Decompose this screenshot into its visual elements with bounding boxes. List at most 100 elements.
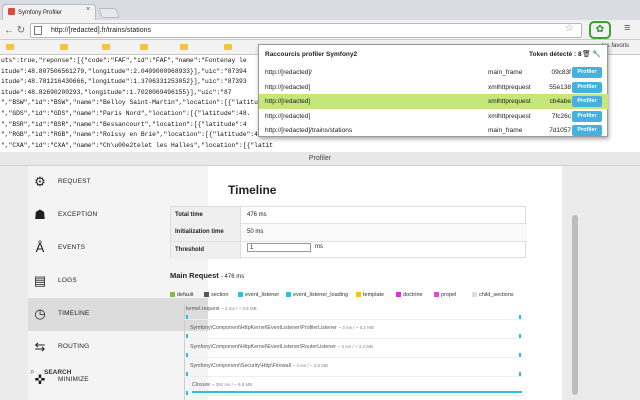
signpost-icon: ⇆ bbox=[34, 339, 46, 354]
request-url: http://[redacted]/ bbox=[265, 69, 312, 76]
bookmark-folder-icon[interactable] bbox=[140, 44, 148, 50]
token-value: 7d1057 bbox=[549, 127, 571, 134]
timeline-event-info: ~ 3 ms / ~ 3.5 MB bbox=[221, 306, 257, 311]
timeline-event-name: Symfony\Component\HttpKernel\EventListen… bbox=[190, 344, 337, 350]
popup-title: Raccourcis profiler Symfony2 bbox=[265, 51, 358, 58]
timeline-row: Symfony\Component\Security\Http\Firewall… bbox=[190, 363, 328, 373]
symfony-icon: ✿ bbox=[595, 24, 605, 35]
token-count-label: Token détecté : 8 bbox=[529, 51, 582, 58]
legend-item: doctrine bbox=[396, 292, 423, 298]
legend-item: template bbox=[356, 292, 384, 298]
ghost-icon: ☗ bbox=[34, 207, 46, 222]
tab-title: Symfony Profiler bbox=[18, 10, 63, 16]
request-url: http://[redacted] bbox=[265, 83, 311, 91]
timeline-tick bbox=[519, 353, 521, 357]
bookmark-folder-icon[interactable] bbox=[6, 44, 14, 50]
legend-label: doctrine bbox=[403, 292, 423, 298]
timeline-tick bbox=[519, 372, 521, 376]
popup-row[interactable]: http://[redacted] xmlhttprequest 55e138 Pro… bbox=[259, 80, 608, 95]
bookmark-folder-icon[interactable] bbox=[60, 44, 68, 50]
metric-label: Initialization time bbox=[171, 224, 241, 242]
timeline-gridline bbox=[184, 319, 524, 320]
new-tab-button[interactable] bbox=[98, 8, 120, 18]
address-bar[interactable]: http://[redacted].fr/trains/stations bbox=[30, 23, 582, 38]
table-row: Threshold bbox=[171, 241, 527, 259]
request-url: http://[redacted] bbox=[265, 98, 311, 105]
token-value: 7fc26c bbox=[551, 112, 571, 120]
bookmark-star-icon[interactable]: ☆ bbox=[565, 23, 574, 34]
search-icon[interactable]: ⌕ bbox=[30, 367, 34, 377]
timeline-tick bbox=[186, 372, 188, 376]
popup-row[interactable]: http://[redacted]/trains/stations main_fr… bbox=[259, 123, 608, 138]
timeline-gridline bbox=[184, 338, 524, 339]
table-row: Initialization time 50 ms bbox=[171, 224, 527, 242]
popup-row[interactable]: http://[redacted] xmlhttprequest cb4abe Pro… bbox=[259, 94, 608, 109]
search-link[interactable]: SEARCH bbox=[44, 369, 71, 376]
metric-label: Total time bbox=[171, 207, 241, 224]
legend-label: section bbox=[211, 292, 229, 298]
timeline-event-info: ~ 3 ms / ~ 3.2 MB bbox=[337, 344, 374, 349]
legend-label: child_sections bbox=[479, 292, 514, 298]
timeline-event-info: ~ 3 ms / ~ 5.2 MB bbox=[338, 325, 374, 330]
profiler-button[interactable]: Profiler bbox=[572, 81, 602, 93]
json-line: ","CXA","id":"CXA","name":"Ch\u00e2telet… bbox=[1, 141, 274, 149]
legend-item: default bbox=[170, 292, 194, 298]
trash-icon[interactable]: 🗑 bbox=[582, 50, 591, 58]
token-value: 09c83f bbox=[551, 69, 571, 76]
legend-swatch bbox=[434, 292, 439, 297]
sidebar-item-label: EXCEPTION bbox=[58, 211, 98, 218]
sidebar-item-label: REQUEST bbox=[58, 178, 91, 185]
symfony-extension-button[interactable]: ✿ bbox=[589, 21, 611, 39]
tab-close-icon[interactable]: × bbox=[86, 6, 90, 13]
profiler-button[interactable]: Profiler bbox=[572, 96, 602, 107]
sidebar-item-request[interactable]: ⚙ REQUEST bbox=[28, 166, 208, 199]
browser-tab[interactable]: Symfony Profiler bbox=[2, 4, 96, 20]
bookmark-folder-icon[interactable] bbox=[224, 44, 232, 50]
metric-value: 476 ms bbox=[247, 212, 267, 218]
legend-label: propel bbox=[441, 292, 457, 298]
sidebar-item-routing[interactable]: ⇆ ROUTING bbox=[28, 331, 208, 364]
bookmark-folder-icon[interactable] bbox=[180, 44, 188, 50]
timeline-event-name: Symfony\Component\HttpKernel\EventListen… bbox=[190, 325, 337, 331]
legend-swatch bbox=[286, 292, 291, 297]
popup-row[interactable]: http://[redacted]/main_frame 09c83f Profil… bbox=[259, 65, 608, 80]
symfony-popup: Raccourcis profiler Symfony2 Token détec… bbox=[258, 44, 608, 137]
legend-item: section bbox=[204, 292, 228, 298]
token-value: cb4abe bbox=[549, 98, 571, 105]
legend-label: template bbox=[363, 292, 385, 298]
wrench-icon[interactable]: 🔧 bbox=[592, 50, 601, 58]
main-request-title: Main Request bbox=[170, 271, 219, 280]
threshold-input[interactable]: 1 bbox=[247, 243, 311, 252]
sidebar-item-timeline[interactable]: ◷ TIMELINE bbox=[28, 298, 208, 331]
bookmark-folder-icon[interactable] bbox=[102, 44, 110, 50]
legend-label: event_listener_loading bbox=[293, 292, 349, 298]
metrics-table: Total time 476 ms Initialization time 50… bbox=[170, 206, 527, 259]
timeline-gridline bbox=[184, 376, 524, 377]
request-url: http://[redacted]/trains/stations bbox=[265, 127, 353, 134]
hamburger-icon[interactable]: ≡ bbox=[624, 22, 630, 34]
timeline-tick bbox=[186, 334, 188, 338]
profiler-button[interactable]: Profiler bbox=[572, 110, 602, 122]
popup-row[interactable]: http://[redacted] xmlhttprequest 7fc26c Pro… bbox=[259, 109, 608, 124]
legend-swatch bbox=[238, 292, 243, 297]
timeline-gridline bbox=[184, 357, 524, 358]
request-url: http://[redacted] bbox=[265, 112, 311, 120]
profiler-button[interactable]: Profiler bbox=[572, 67, 602, 78]
scrollbar[interactable] bbox=[572, 215, 578, 395]
sidebar-item-label: LOGS bbox=[58, 277, 77, 284]
timeline-event-name: Symfony\Component\Security\Http\Firewall bbox=[190, 363, 291, 369]
sidebar-item-label: MINIMIZE bbox=[58, 376, 89, 383]
profiler-titlebar: Profiler bbox=[0, 152, 640, 166]
timeline-gridline bbox=[184, 395, 524, 396]
profiler-button[interactable]: Profiler bbox=[572, 125, 602, 136]
legend-swatch bbox=[396, 292, 401, 297]
legend-item: propel bbox=[434, 292, 456, 298]
legend-swatch bbox=[356, 292, 361, 297]
reload-icon[interactable]: ↻ bbox=[16, 25, 26, 36]
page-title: Timeline bbox=[228, 183, 277, 197]
sidebar-item-label: EVENTS bbox=[58, 244, 86, 251]
timeline-tick bbox=[186, 353, 188, 357]
back-icon[interactable]: ← bbox=[4, 25, 14, 36]
main-request-time: - 476 ms bbox=[220, 274, 245, 280]
legend-swatch bbox=[472, 292, 477, 297]
